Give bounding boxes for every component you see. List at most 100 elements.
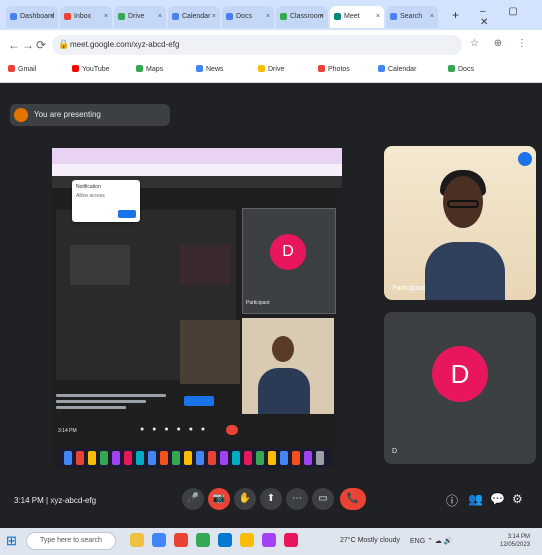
bookmark-item[interactable]: Drive bbox=[258, 65, 284, 73]
bookmark-favicon-icon bbox=[72, 65, 79, 72]
present-button[interactable]: ⬆ bbox=[260, 488, 282, 510]
bookmark-item[interactable]: News bbox=[196, 65, 224, 73]
participant-name: D bbox=[392, 448, 398, 455]
close-tab-icon[interactable]: × bbox=[104, 6, 108, 28]
taskbar-app-icon[interactable] bbox=[284, 533, 298, 547]
meeting-time-code: 3:14 PM | xyz-abcd-efg bbox=[14, 496, 97, 505]
shared-camera-tile bbox=[180, 320, 240, 384]
bookmark-favicon-icon bbox=[136, 65, 143, 72]
new-tab-button[interactable]: + bbox=[452, 8, 459, 22]
shared-screen-address bbox=[52, 164, 342, 176]
shared-caption bbox=[56, 392, 176, 410]
shared-time: 3:14 PM bbox=[58, 428, 77, 434]
taskbar-clock[interactable]: 3:14 PM 12/05/2023 bbox=[500, 533, 530, 549]
bookmark-label: Gmail bbox=[18, 66, 37, 73]
taskbar-app-icon[interactable] bbox=[152, 533, 166, 547]
taskbar-app-icon[interactable] bbox=[130, 533, 144, 547]
activities-icon[interactable]: ⚙ bbox=[512, 492, 523, 506]
chat-icon[interactable]: 💬 bbox=[490, 492, 505, 506]
close-tab-icon[interactable]: × bbox=[158, 6, 162, 28]
lock-icon[interactable]: 🔒 bbox=[58, 39, 69, 50]
tab-search[interactable]: Search × bbox=[386, 6, 438, 28]
bookmark-label: News bbox=[206, 66, 224, 73]
taskbar-app-icon[interactable] bbox=[262, 533, 276, 547]
close-tab-icon[interactable]: × bbox=[430, 6, 434, 28]
tab-meet[interactable]: Meet × bbox=[330, 6, 384, 28]
tab-label: Docs bbox=[236, 13, 252, 20]
shared-taskbar-icon bbox=[220, 451, 228, 465]
bookmark-item[interactable]: Maps bbox=[136, 65, 163, 73]
tab-favicon-icon bbox=[118, 13, 125, 20]
bookmark-favicon-icon bbox=[8, 65, 15, 72]
shared-screen-tabs bbox=[52, 148, 342, 164]
raise-hand-button[interactable]: ✋ bbox=[234, 488, 256, 510]
taskbar-app-icon[interactable] bbox=[240, 533, 254, 547]
shared-popup-text: Allow access bbox=[76, 193, 105, 199]
shared-taskbar-icon bbox=[208, 451, 216, 465]
tab-label: Classroom bbox=[290, 13, 324, 20]
taskbar-app-icon[interactable] bbox=[218, 533, 232, 547]
tab-favicon-icon bbox=[390, 13, 397, 20]
shared-taskbar-icon bbox=[76, 451, 84, 465]
tab-favicon-icon bbox=[64, 13, 71, 20]
forward-icon[interactable]: → bbox=[22, 38, 34, 52]
tab-inbox[interactable]: Inbox × bbox=[60, 6, 112, 28]
toolbar-icons[interactable]: ☆ ⊕ ⋮ bbox=[470, 38, 533, 49]
shared-tile-name: Participant bbox=[246, 300, 270, 306]
tab-calendar[interactable]: Calendar × bbox=[168, 6, 220, 28]
camera-button[interactable]: 📷 bbox=[208, 488, 230, 510]
taskbar-app-icon[interactable] bbox=[174, 533, 188, 547]
tab-classroom[interactable]: Classroom × bbox=[276, 6, 328, 28]
caption-line bbox=[56, 400, 146, 403]
shared-taskbar-icon bbox=[232, 451, 240, 465]
reload-icon[interactable]: ⟳ bbox=[36, 38, 46, 52]
tab-dashboard[interactable]: Dashboard × bbox=[6, 6, 58, 28]
bookmark-item[interactable]: Calendar bbox=[378, 65, 416, 73]
shared-avatar: D bbox=[270, 234, 306, 270]
close-tab-icon[interactable]: × bbox=[50, 6, 54, 28]
window-controls[interactable]: – ▢ ✕ bbox=[480, 6, 542, 28]
presenter-avatar-icon bbox=[14, 108, 28, 122]
tab-drive[interactable]: Drive × bbox=[114, 6, 166, 28]
end-call-button[interactable]: 📞 bbox=[340, 488, 366, 510]
close-tab-icon[interactable]: × bbox=[376, 6, 380, 28]
close-tab-icon[interactable]: × bbox=[320, 6, 324, 28]
shared-taskbar-icon bbox=[316, 451, 324, 465]
shared-tile bbox=[70, 245, 130, 285]
avatar: D bbox=[432, 346, 488, 402]
close-tab-icon[interactable]: × bbox=[212, 6, 216, 28]
bookmark-item[interactable]: YouTube bbox=[72, 65, 110, 73]
bookmark-item[interactable]: Gmail bbox=[8, 65, 36, 73]
mic-button[interactable]: 🎤 bbox=[182, 488, 204, 510]
close-tab-icon[interactable]: × bbox=[266, 6, 270, 28]
participant-name: Participant bbox=[392, 285, 426, 292]
windows-start-icon[interactable]: ⊞ bbox=[6, 533, 17, 549]
url-text[interactable]: meet.google.com/xyz-abcd-efg bbox=[70, 40, 179, 49]
tab-docs[interactable]: Docs × bbox=[222, 6, 274, 28]
system-tray[interactable]: ENG ⌃ ☁ 🔊 bbox=[410, 537, 453, 545]
weather-widget[interactable]: 27°C Mostly cloudy bbox=[340, 537, 400, 544]
shared-taskbar-icon bbox=[280, 451, 288, 465]
shared-taskbar-icon bbox=[112, 451, 120, 465]
bookmark-label: Drive bbox=[268, 66, 285, 73]
taskbar-app-icon[interactable] bbox=[196, 533, 210, 547]
shared-taskbar-icon bbox=[100, 451, 108, 465]
back-icon[interactable]: ← bbox=[8, 38, 20, 52]
captions-button[interactable]: ▭ bbox=[312, 488, 334, 510]
caption-line bbox=[56, 406, 126, 409]
tab-favicon-icon bbox=[334, 13, 341, 20]
shared-controls: ● ● ● ● ● ● bbox=[140, 426, 209, 433]
bookmark-item[interactable]: Photos bbox=[318, 65, 350, 73]
info-icon[interactable]: ⓘ bbox=[446, 492, 458, 509]
bookmark-item[interactable]: Docs bbox=[448, 65, 474, 73]
shared-taskbar-icon bbox=[304, 451, 312, 465]
shared-taskbar-icon bbox=[196, 451, 204, 465]
participant-body bbox=[425, 242, 505, 300]
more-options-button[interactable]: ⋯ bbox=[286, 488, 308, 510]
bookmark-favicon-icon bbox=[378, 65, 385, 72]
people-icon[interactable]: 👥 bbox=[468, 492, 483, 506]
participant-glasses bbox=[447, 200, 479, 208]
taskbar-search-placeholder[interactable]: Type here to search bbox=[40, 537, 102, 544]
shared-person-body bbox=[258, 368, 310, 414]
clock-date: 12/05/2023 bbox=[500, 542, 531, 548]
